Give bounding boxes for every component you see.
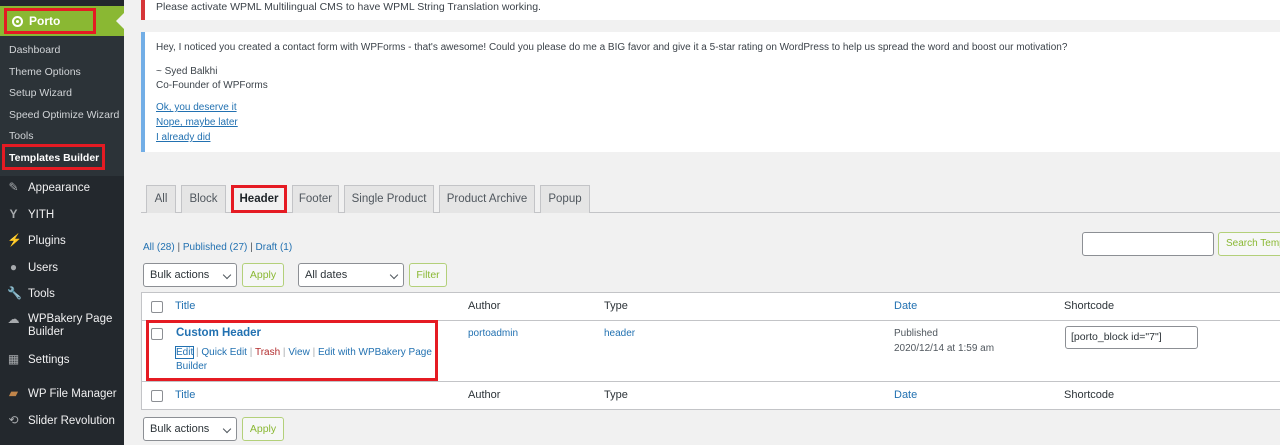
tab-single-product[interactable]: Single Product — [344, 185, 434, 213]
row-checkbox[interactable] — [151, 328, 163, 340]
row-action-edit[interactable]: Edit — [174, 346, 195, 359]
rate-done-link[interactable]: I already did — [156, 132, 210, 143]
porto-menu-label: Porto — [29, 14, 61, 28]
dates-select[interactable]: All dates — [298, 263, 404, 287]
wpforms-notice-message: Hey, I noticed you created a contact for… — [156, 42, 1068, 53]
apply-button-top[interactable]: Apply — [242, 263, 284, 287]
apply-button-bottom[interactable]: Apply — [242, 417, 284, 441]
porto-icon — [12, 16, 23, 27]
row-actions: Edit | Quick Edit | Trash | View | Edit … — [174, 346, 432, 372]
submenu-item-tools[interactable]: Tools — [9, 130, 34, 142]
admin-sidebar: Porto Dashboard Theme Options Setup Wiza… — [0, 0, 124, 445]
submenu-item-speed-optimize-wizard[interactable]: Speed Optimize Wizard — [9, 109, 119, 121]
wpforms-notice: Hey, I noticed you created a contact for… — [141, 32, 1280, 152]
tab-all[interactable]: All — [146, 185, 176, 213]
row-action-trash[interactable]: Trash — [255, 347, 280, 358]
row-author[interactable]: portoadmin — [468, 328, 518, 339]
tab-popup[interactable]: Popup — [540, 185, 590, 213]
select-all-checkbox[interactable] — [151, 301, 163, 313]
wpml-notice-text: Please activate WPML Multilingual CMS to… — [156, 1, 541, 13]
bulk-actions-value: Bulk actions — [150, 269, 210, 281]
column-type: Type — [604, 300, 628, 312]
status-published-link[interactable]: Published (27) — [183, 242, 247, 253]
submenu-item-setup-wizard[interactable]: Setup Wizard — [9, 87, 72, 99]
tab-block[interactable]: Block — [181, 185, 226, 213]
wpbakery-icon: ☁ — [7, 312, 20, 326]
column-type-footer: Type — [604, 389, 628, 401]
signature-name: ~ Syed Balkhi — [156, 66, 218, 77]
rate-later-link[interactable]: Nope, maybe later — [156, 117, 238, 128]
row-shortcode[interactable]: [porto_block id="7"] — [1065, 326, 1198, 349]
folder-icon: ▰ — [8, 386, 19, 400]
status-draft-link[interactable]: Draft (1) — [256, 242, 293, 253]
bulk-actions-select[interactable]: Bulk actions — [143, 263, 237, 287]
bulk-actions-select-bottom[interactable]: Bulk actions — [143, 417, 237, 441]
current-menu-arrow — [116, 13, 124, 29]
bulk-actions-value-bottom: Bulk actions — [150, 423, 210, 435]
row-status: Published — [894, 328, 938, 339]
paintbrush-icon: ✎ — [8, 180, 19, 194]
settings-icon: ▦ — [7, 352, 20, 366]
select-all-checkbox-footer[interactable] — [151, 390, 163, 402]
yith-icon: Y — [9, 207, 18, 221]
signature-title: Co-Founder of WPForms — [156, 80, 268, 91]
column-date[interactable]: Date — [894, 300, 917, 312]
chevron-down-icon — [222, 424, 232, 434]
column-date-footer[interactable]: Date — [894, 389, 917, 401]
tab-header[interactable]: Header — [231, 185, 287, 213]
users-icon: ● — [9, 260, 18, 274]
row-date: 2020/12/14 at 1:59 am — [894, 343, 995, 354]
templates-table: Title Author Type Date Shortcode Custom … — [141, 292, 1280, 410]
tab-product-archive[interactable]: Product Archive — [439, 185, 535, 213]
chevron-down-icon — [389, 270, 399, 280]
porto-menu-item[interactable]: Porto — [4, 8, 96, 34]
refresh-icon: ⟲ — [8, 413, 19, 427]
search-input[interactable] — [1082, 232, 1214, 256]
wrench-icon: 🔧 — [7, 286, 22, 300]
search-button[interactable]: Search Templ — [1218, 232, 1280, 256]
templates-builder-highlight — [2, 144, 105, 170]
row-type[interactable]: header — [604, 328, 635, 339]
filter-button[interactable]: Filter — [409, 263, 447, 287]
rate-ok-link[interactable]: Ok, you deserve it — [156, 102, 237, 113]
dates-value: All dates — [305, 269, 348, 281]
submenu-item-dashboard[interactable]: Dashboard — [9, 44, 60, 56]
row-title-link[interactable]: Custom Header — [176, 327, 261, 339]
status-all-link[interactable]: All (28) — [143, 242, 175, 253]
column-title-footer[interactable]: Title — [175, 389, 195, 401]
wpml-notice: Please activate WPML Multilingual CMS to… — [141, 0, 1280, 20]
column-shortcode-footer: Shortcode — [1064, 389, 1115, 401]
column-author: Author — [468, 300, 501, 312]
status-filter-links: All (28) | Published (27) | Draft (1) — [143, 242, 293, 253]
column-shortcode: Shortcode — [1064, 300, 1115, 312]
plugin-icon: ⚡ — [7, 233, 22, 247]
column-title[interactable]: Title — [175, 300, 195, 312]
row-action-quick-edit[interactable]: Quick Edit — [201, 347, 247, 358]
column-author-footer: Author — [468, 389, 501, 401]
chevron-down-icon — [222, 270, 232, 280]
tab-footer[interactable]: Footer — [292, 185, 339, 213]
table-header: Title Author Type Date Shortcode — [142, 293, 1280, 321]
row-action-view[interactable]: View — [288, 347, 310, 358]
submenu-item-theme-options[interactable]: Theme Options — [9, 66, 81, 78]
table-footer: Title Author Type Date Shortcode — [142, 381, 1280, 409]
